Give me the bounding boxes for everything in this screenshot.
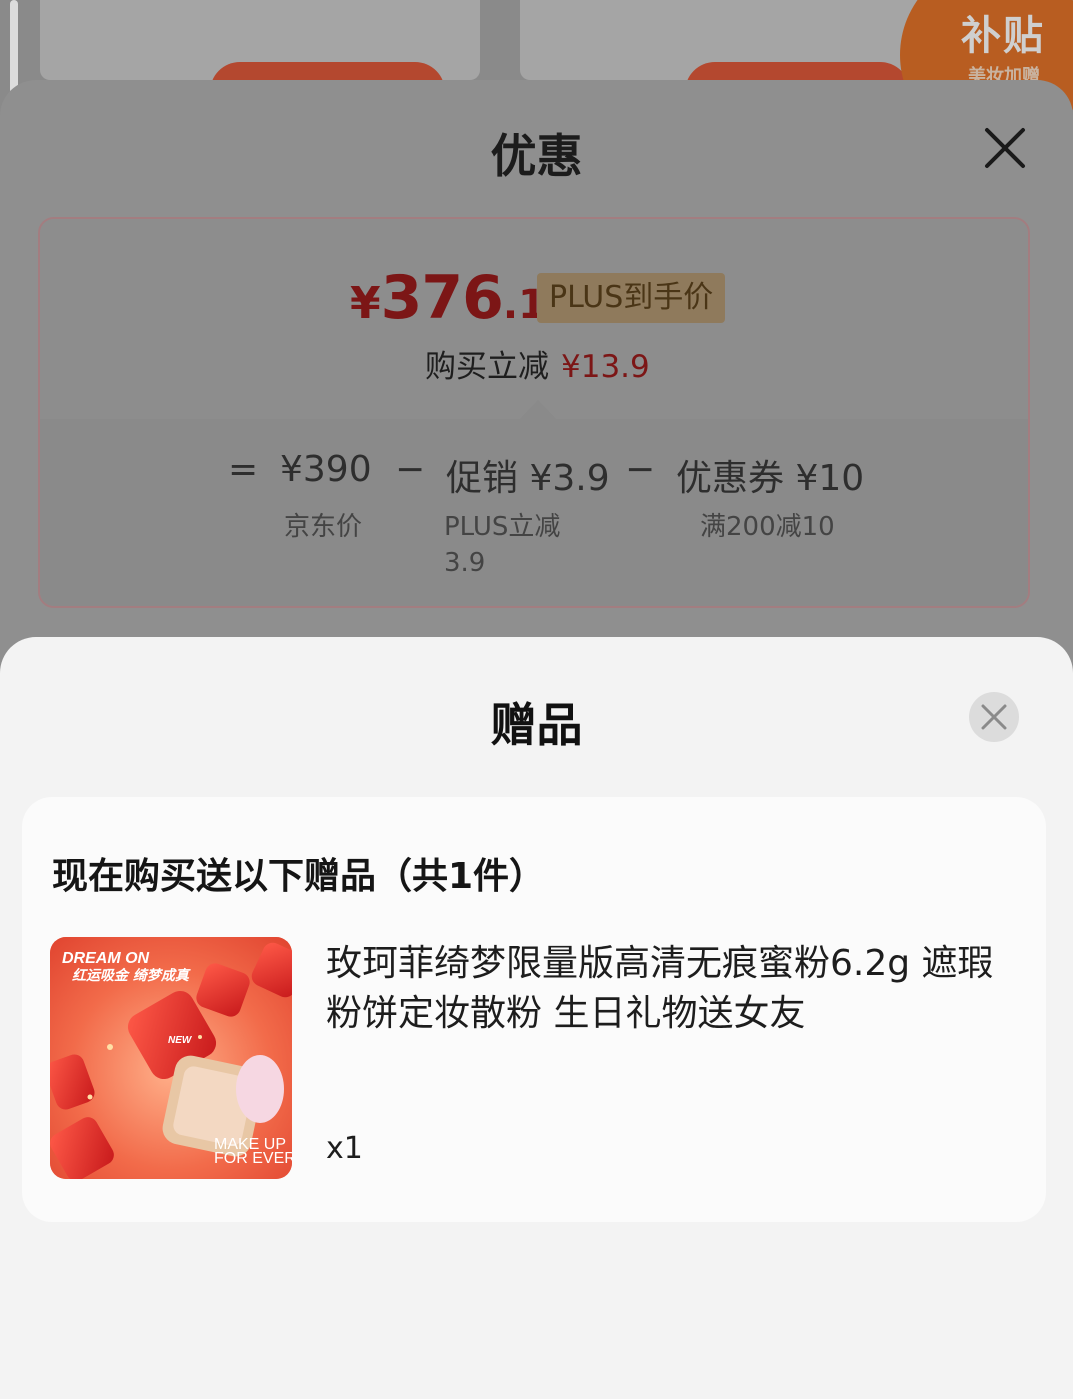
product-image-text: FOR EVER: [214, 1150, 292, 1167]
gift-product-name[interactable]: 玫珂菲绮梦限量版高清无痕蜜粉6.2g 遮瑕粉饼定妆散粉 生日礼物送女友: [326, 939, 1006, 1039]
gift-product-quantity: x1: [326, 1131, 363, 1166]
formula-equals: =: [228, 449, 259, 490]
offer-close-button[interactable]: [983, 126, 1027, 170]
formula-promotion-caption: PLUS立减: [444, 512, 561, 542]
formula-jd-price: ¥390: [280, 449, 372, 490]
price-currency: ¥: [350, 278, 381, 329]
instant-reduce: 购买立减 ¥13.9: [425, 341, 650, 386]
formula-promotion-caption-2: 3.9: [444, 548, 486, 578]
formula-minus: −: [625, 449, 656, 490]
formula-minus: −: [395, 449, 426, 490]
offer-sheet: 优惠 ¥376.1 PLUS到手价 购买立减 ¥13.9 = ¥390 京东价 −…: [0, 80, 1073, 700]
price-breakdown-card: ¥376.1 PLUS到手价 购买立减 ¥13.9 = ¥390 京东价 − 促销…: [38, 217, 1030, 608]
instant-reduce-label: 购买立减: [425, 349, 549, 385]
formula-promotion: 促销 ¥3.9: [446, 458, 610, 499]
close-icon: [981, 704, 1007, 730]
plus-price-tag: PLUS到手价: [537, 273, 726, 323]
formula-jd-price-caption: 京东价: [284, 512, 363, 542]
gift-product-image[interactable]: DREAM ON 红运吸金 绮梦成真 NEW MAKE UP FOR EVER: [50, 937, 292, 1179]
formula-coupon-caption: 满200减10: [700, 512, 835, 542]
plus-final-price: ¥376.1: [350, 263, 546, 333]
gift-close-button[interactable]: [969, 692, 1019, 742]
close-icon: [985, 128, 1025, 168]
pointer-notch: [520, 400, 556, 419]
price-integer: 376: [380, 263, 504, 333]
gift-list-card: 现在购买送以下赠品（共1件） DREAM ON 红运吸金 绮梦成真 NEW MA…: [22, 797, 1046, 1222]
gift-heading: 现在购买送以下赠品（共1件）: [52, 856, 546, 897]
gift-sheet: 赠品 现在购买送以下赠品（共1件） DREAM ON 红运吸金 绮梦成真 NEW…: [0, 637, 1073, 1399]
gift-sheet-title: 赠品: [490, 698, 583, 752]
offer-sheet-title: 优惠: [490, 129, 583, 183]
product-photo: DREAM ON 红运吸金 绮梦成真 NEW MAKE UP FOR EVER: [50, 937, 292, 1179]
product-image-text: NEW: [168, 1035, 193, 1046]
formula-coupon: 优惠券 ¥10: [676, 458, 865, 499]
product-image-text: DREAM ON: [62, 950, 150, 967]
instant-reduce-amount: ¥13.9: [561, 349, 650, 385]
subsidy-badge-label: 补贴: [961, 13, 1045, 59]
product-image-text: 红运吸金 绮梦成真: [72, 967, 191, 984]
